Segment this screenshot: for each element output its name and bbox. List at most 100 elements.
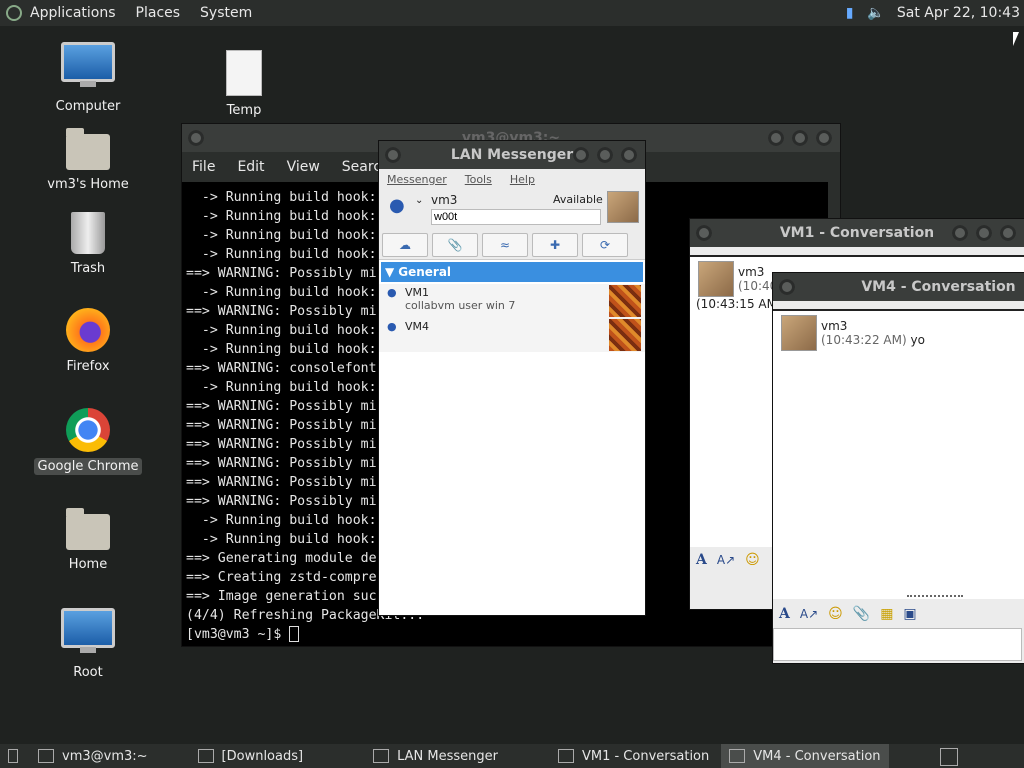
desktop-icon-google-chrome[interactable]: Google Chrome: [33, 408, 143, 475]
conversation-titlebar[interactable]: VM1 - Conversation: [690, 219, 1024, 247]
taskbar-item-vm4-conversation[interactable]: VM4 - Conversation: [721, 744, 889, 768]
distro-logo-icon[interactable]: [6, 5, 22, 21]
taskbar-item-vm1-conversation[interactable]: VM1 - Conversation: [550, 744, 717, 768]
desktop-icon-computer[interactable]: Computer: [33, 42, 143, 115]
desktop-icon-firefox[interactable]: Firefox: [33, 308, 143, 375]
system-tray: ▮ 🔈 Sat Apr 22, 10:43: [846, 0, 1020, 26]
window-menu-button[interactable]: [779, 279, 795, 295]
menu-system[interactable]: System: [200, 5, 252, 21]
clock[interactable]: Sat Apr 22, 10:43: [897, 5, 1020, 21]
save-icon[interactable]: ▣: [903, 606, 916, 622]
user-icon: ●: [389, 195, 405, 216]
add-contact-button[interactable]: ✚: [532, 233, 578, 257]
document-icon: [226, 50, 262, 96]
close-button[interactable]: [621, 147, 637, 163]
send-file-button[interactable]: 📎: [432, 233, 478, 257]
network-icon[interactable]: ▮: [846, 5, 854, 21]
user-name: vm3: [431, 193, 458, 207]
taskbar-item-lan-messenger[interactable]: LAN Messenger: [365, 744, 506, 768]
menu-help[interactable]: Help: [510, 173, 535, 186]
show-desktop-button[interactable]: [0, 744, 26, 768]
menu-tools[interactable]: Tools: [465, 173, 492, 186]
messenger-menubar: Messenger Tools Help: [379, 169, 645, 189]
minimize-button[interactable]: [573, 147, 589, 163]
vm4-conversation-window[interactable]: VM4 - Conversation vm3 (10:43:22 AM) yo …: [773, 273, 1024, 663]
message-time: (10:43:15 AM: [696, 297, 777, 311]
conversation-titlebar[interactable]: VM4 - Conversation: [773, 273, 1024, 301]
user-avatar[interactable]: [607, 191, 639, 223]
menu-edit[interactable]: Edit: [237, 159, 264, 175]
close-button[interactable]: [1000, 225, 1016, 241]
font-color-icon[interactable]: A↗: [800, 607, 818, 621]
lan-messenger-window[interactable]: LAN Messenger Messenger Tools Help ● ⌄ v…: [379, 141, 645, 615]
taskbar-item-downloads[interactable]: [Downloads]: [190, 744, 312, 768]
desktop-icon-vm3-home[interactable]: vm3's Home: [33, 128, 143, 193]
desktop-icon-label: Computer: [55, 99, 121, 114]
maximize-button[interactable]: [597, 147, 613, 163]
send-file-icon[interactable]: 📎: [853, 606, 870, 622]
desktop-icon-label: Temp: [226, 103, 262, 118]
desktop-icon-root[interactable]: Root: [33, 608, 143, 681]
minimize-button[interactable]: [952, 225, 968, 241]
sender-avatar: [698, 261, 734, 297]
message-history[interactable]: vm3 (10:43:22 AM) yo: [773, 309, 1024, 599]
collapse-arrow-icon: ▼: [385, 265, 395, 279]
font-icon[interactable]: A: [696, 552, 707, 568]
contact-avatar: [609, 319, 641, 351]
status-note-input[interactable]: [431, 209, 601, 225]
status-label[interactable]: Available: [553, 193, 603, 206]
window-menu-button[interactable]: [188, 130, 204, 146]
home-folder-icon: [66, 508, 110, 550]
contact-vm4[interactable]: ● VM4: [379, 318, 645, 352]
taskbar-label: VM4 - Conversation: [753, 748, 881, 764]
status-dropdown-icon[interactable]: ⌄: [415, 195, 423, 206]
taskbar-label: [Downloads]: [221, 748, 304, 764]
message-time: (10:43:22 AM): [821, 333, 907, 347]
desktop-icon-home[interactable]: Home: [33, 508, 143, 573]
menu-messenger[interactable]: Messenger: [387, 173, 447, 186]
emoticon-icon[interactable]: ☺: [745, 552, 760, 568]
volume-icon[interactable]: 🔈: [867, 5, 884, 21]
messenger-toolbar: ☁ 📎 ≈ ✚ ⟳: [379, 231, 645, 260]
menu-places[interactable]: Places: [136, 5, 181, 21]
desktop-icon-trash[interactable]: Trash: [33, 212, 143, 277]
desktop-icon-label: Google Chrome: [33, 458, 143, 475]
font-color-icon[interactable]: A↗: [717, 553, 735, 567]
desktop-icon-label: Firefox: [66, 359, 110, 374]
computer-icon: [61, 42, 115, 87]
desktop-icon-label: Trash: [70, 261, 106, 276]
window-menu-button[interactable]: [696, 225, 712, 241]
chrome-icon: [66, 408, 110, 452]
window-menu-button[interactable]: [385, 147, 401, 163]
close-button[interactable]: [816, 130, 832, 146]
menu-file[interactable]: File: [192, 159, 215, 175]
group-general[interactable]: ▼ General: [381, 262, 643, 282]
minimize-button[interactable]: [768, 130, 784, 146]
menu-view[interactable]: View: [287, 159, 320, 175]
contact-vm1[interactable]: ● VM1 collabvm user win 7: [379, 284, 645, 318]
emoticon-icon[interactable]: ☺: [828, 606, 843, 622]
messenger-titlebar[interactable]: LAN Messenger: [379, 141, 645, 169]
desktop-icon-temp[interactable]: Temp: [189, 50, 299, 119]
rss-button[interactable]: ≈: [482, 233, 528, 257]
sender-name: vm3: [738, 265, 765, 279]
window-title: VM4 - Conversation: [861, 279, 1016, 295]
user-icon: ●: [387, 320, 397, 333]
font-icon[interactable]: A: [779, 606, 790, 622]
format-toolbar: A A↗ ☺ 📎 ▦ ▣: [773, 600, 1024, 628]
send-folder-icon[interactable]: ▦: [880, 606, 893, 622]
taskbar-label: vm3@vm3:~: [62, 748, 148, 764]
cursor: [289, 626, 300, 642]
maximize-button[interactable]: [792, 130, 808, 146]
desktop-icon-label: vm3's Home: [47, 177, 129, 192]
taskbar-item-terminal[interactable]: vm3@vm3:~: [30, 744, 156, 768]
home-folder-icon: [66, 128, 110, 170]
broadcast-button[interactable]: ☁: [382, 233, 428, 257]
workspace-switcher[interactable]: [940, 748, 958, 766]
maximize-button[interactable]: [976, 225, 992, 241]
messenger-icon: [729, 749, 746, 763]
message-input[interactable]: [773, 628, 1022, 661]
menu-applications[interactable]: Applications: [30, 5, 116, 21]
refresh-button[interactable]: ⟳: [582, 233, 628, 257]
taskbar-label: LAN Messenger: [397, 748, 498, 764]
